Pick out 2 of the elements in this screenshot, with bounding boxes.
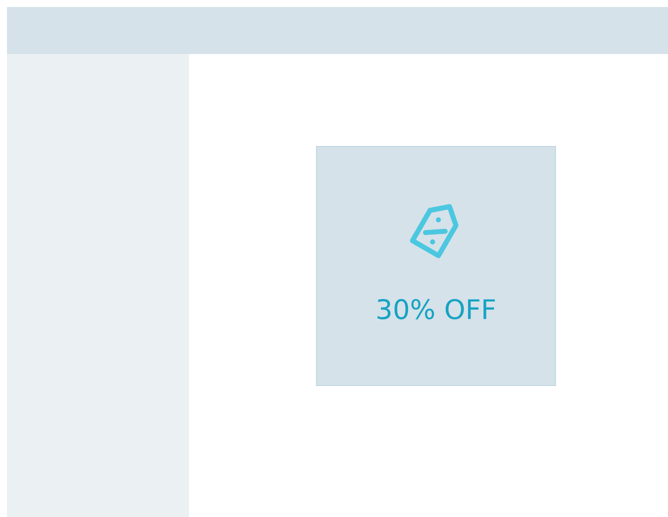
discount-label: 30% OFF [376, 295, 496, 328]
offer-card[interactable]: 30% OFF [316, 146, 556, 386]
